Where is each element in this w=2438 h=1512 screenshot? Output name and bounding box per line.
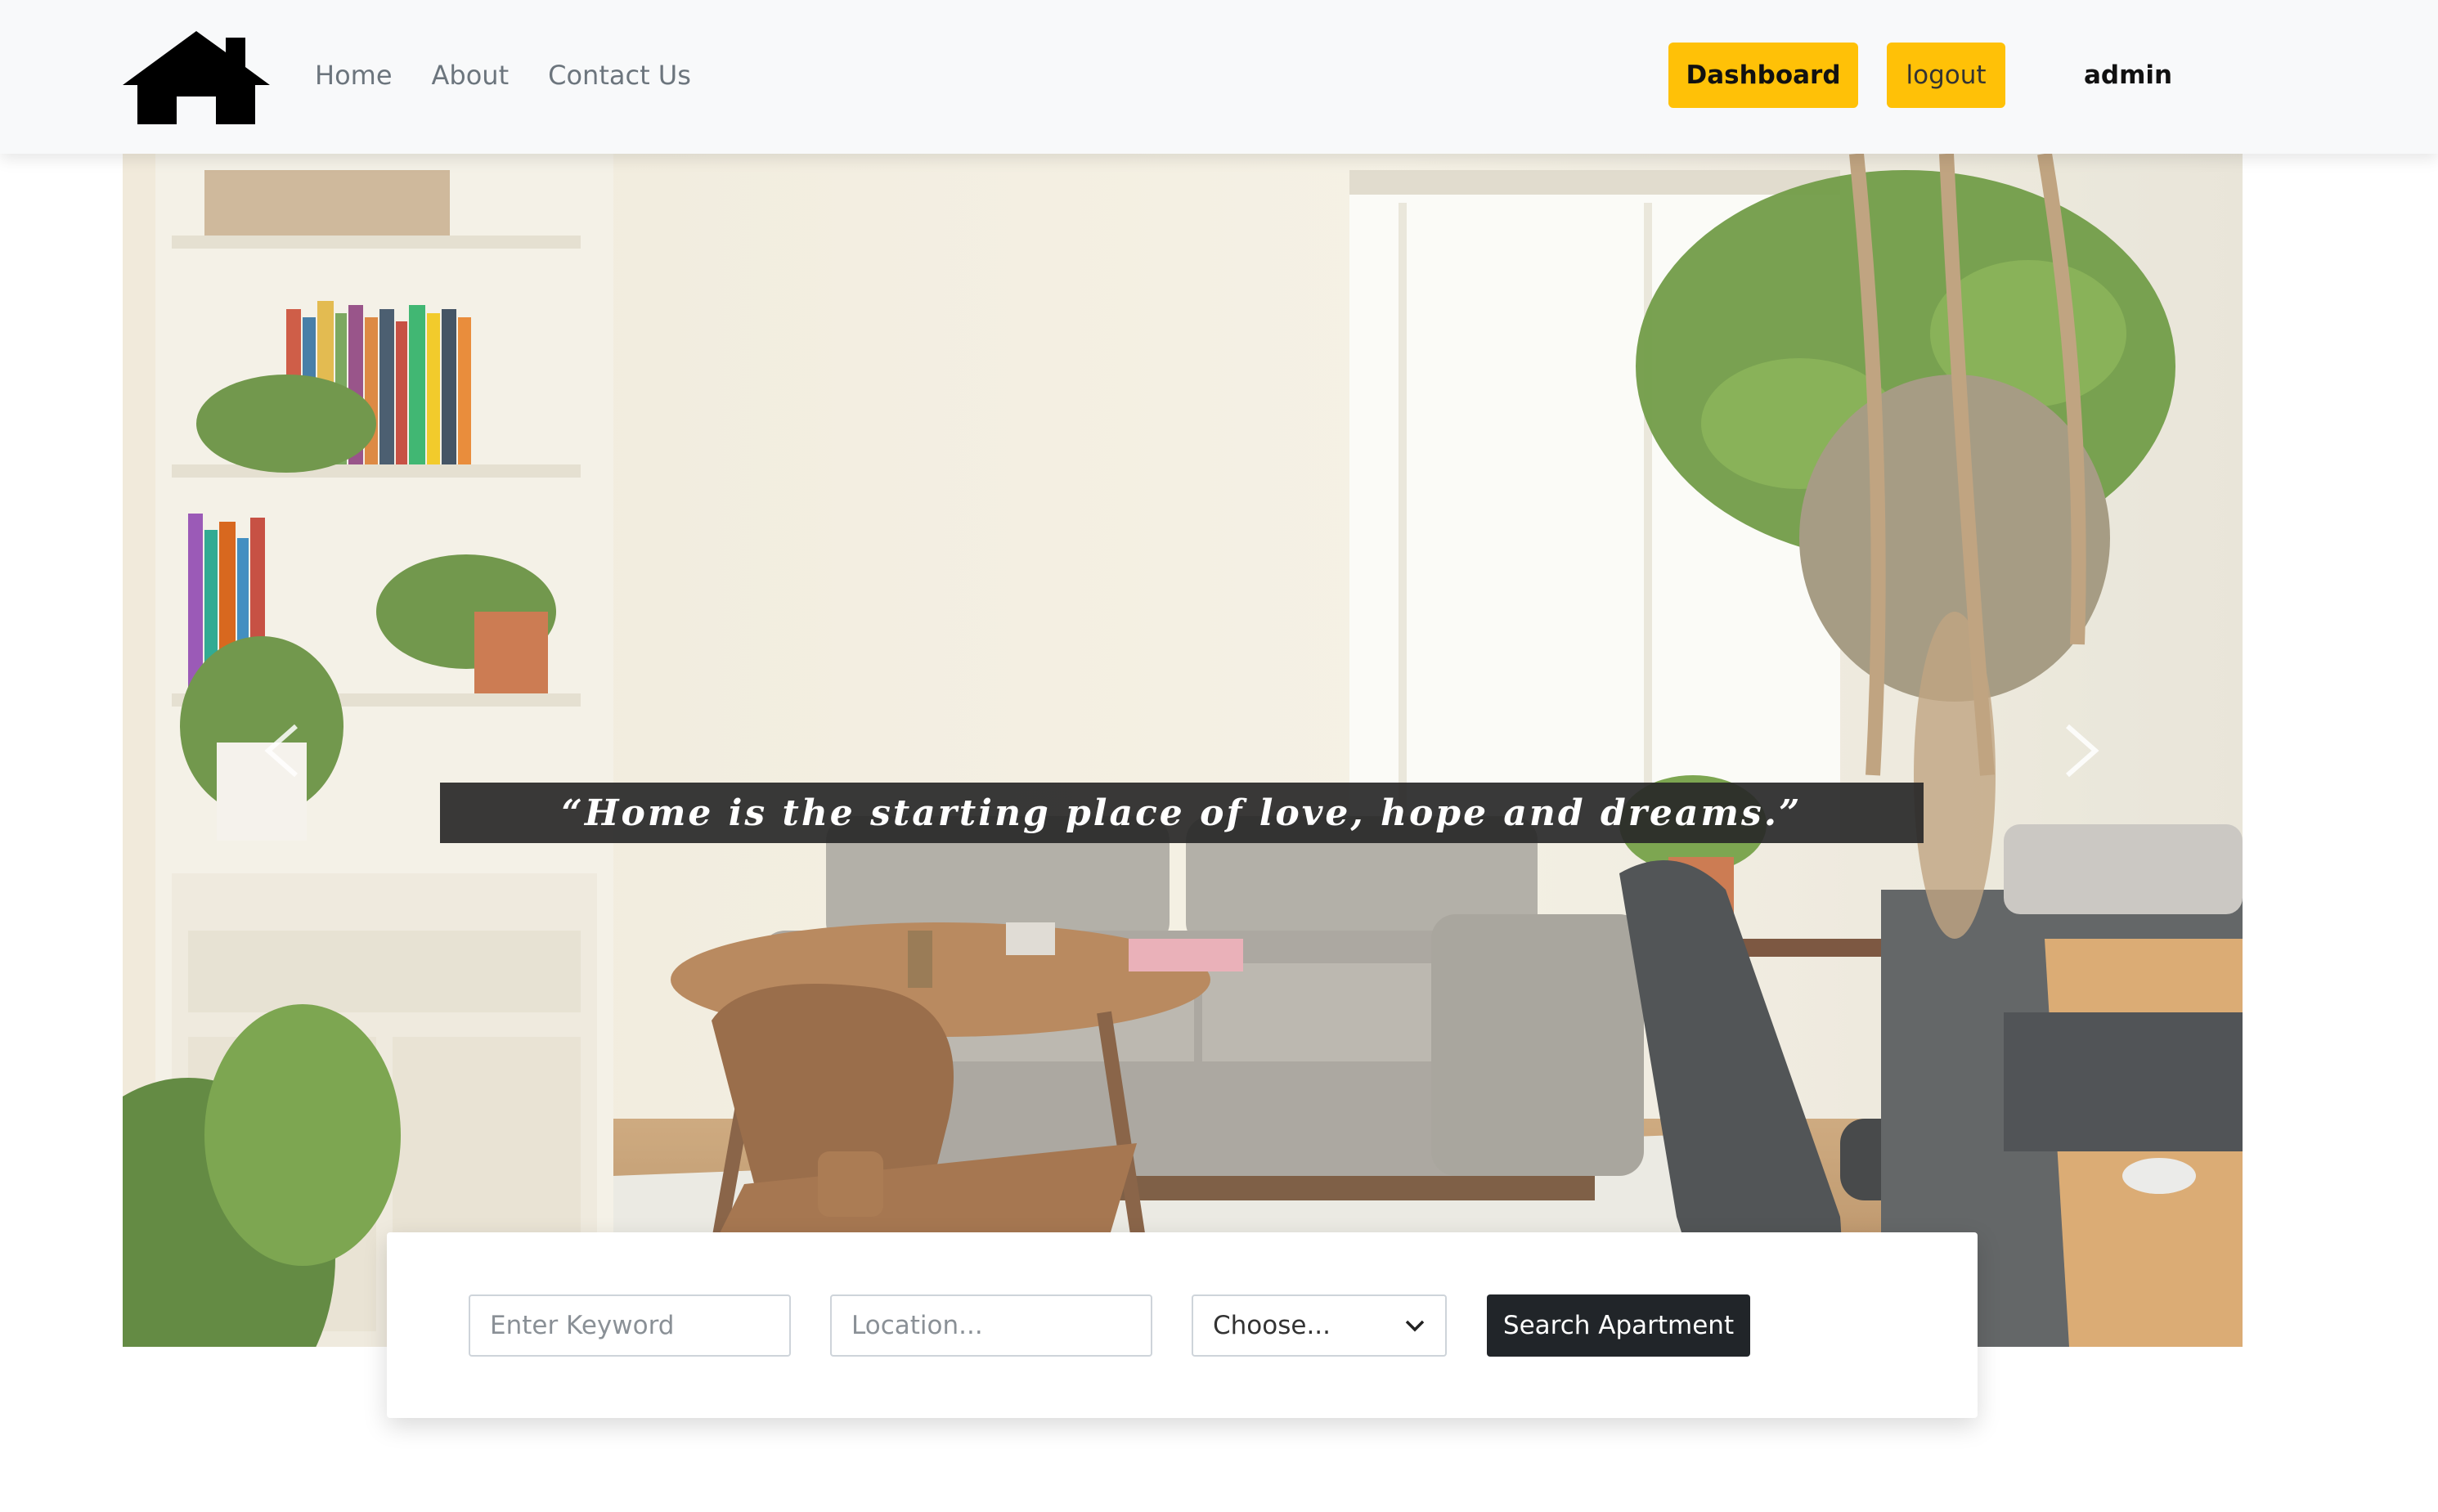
top-navbar: Home About Contact Us Dashboard logout a… [0,0,2438,154]
logout-button[interactable]: logout [1887,43,2005,108]
nav-links: Home About Contact Us [315,56,691,95]
hero-carousel [123,154,2243,1347]
nav-link-home[interactable]: Home [315,56,393,95]
chevron-down-icon [1405,1320,1425,1332]
nav-link-about[interactable]: About [432,56,510,95]
chevron-right-icon[interactable] [2053,710,2110,792]
search-apartment-button[interactable]: Search Apartment [1487,1294,1750,1357]
chevron-left-icon[interactable] [254,710,311,792]
nav-link-contact[interactable]: Contact Us [548,56,691,95]
house-icon[interactable] [123,26,270,124]
hero-quote-band: “Home is the starting place of love, hop… [440,783,1924,843]
keyword-input[interactable] [469,1294,791,1357]
select-value: Choose... [1213,1311,1331,1340]
location-input[interactable] [830,1294,1152,1357]
search-panel: Choose... Search Apartment [387,1232,1978,1418]
apartment-type-select[interactable]: Choose... [1192,1294,1447,1357]
dashboard-button[interactable]: Dashboard [1668,43,1858,108]
hero-image [123,154,2243,1347]
user-name[interactable]: admin [2084,56,2172,95]
hero-quote: “Home is the starting place of love, hop… [561,792,1803,834]
